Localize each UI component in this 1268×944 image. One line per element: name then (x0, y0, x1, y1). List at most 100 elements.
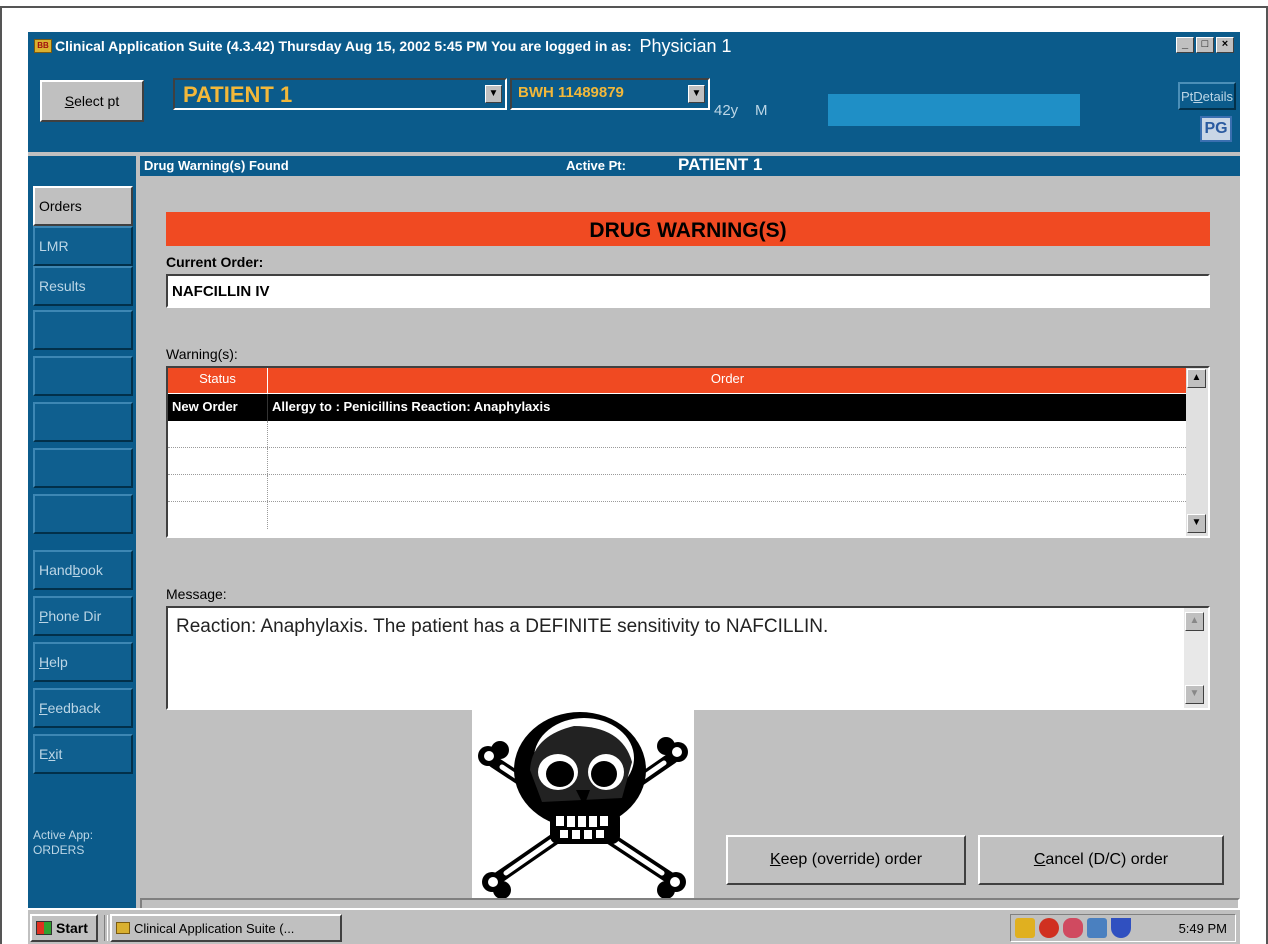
sync-icon[interactable] (1087, 918, 1107, 938)
patient-sex: M (755, 102, 768, 119)
table-scrollbar[interactable]: ▲ ▼ (1186, 368, 1208, 536)
row-order (268, 448, 1188, 474)
cancel-label: ancel (D/C) order (1045, 851, 1169, 868)
table-header: Status Order (168, 368, 1188, 394)
active-app-value: ORDERS (33, 843, 85, 857)
title-bar: BB Clinical Application Suite (4.3.42) T… (28, 32, 1240, 60)
system-tray: 5:49 PM (1010, 914, 1236, 942)
sidebar-item-lmr[interactable]: LMR (33, 226, 133, 266)
row-status (168, 421, 268, 447)
phone-dir-label: hone Dir (48, 608, 102, 624)
cancel-order-button[interactable]: Cancel (D/C) order (978, 835, 1224, 885)
scroll-down-icon[interactable]: ▼ (1185, 685, 1204, 704)
sidebar-item-empty-2[interactable] (33, 356, 133, 396)
patient-info-field (828, 94, 1080, 126)
sidebar-item-help[interactable]: Help (33, 642, 133, 682)
table-row[interactable] (168, 475, 1188, 502)
scroll-up-icon[interactable]: ▲ (1185, 612, 1204, 631)
table-row[interactable] (168, 448, 1188, 475)
chevron-down-icon[interactable]: ▼ (485, 85, 502, 103)
phone-dir-hotkey: P (39, 608, 49, 624)
pt-details-prefix: Pt (1180, 88, 1194, 104)
dialog-header: Drug Warning(s) Found Active Pt: PATIENT… (140, 155, 1240, 176)
sidebar-item-exit[interactable]: Exit (33, 734, 133, 774)
scroll-up-icon[interactable]: ▲ (1187, 369, 1206, 388)
clock: 5:49 PM (1178, 920, 1227, 936)
mrn-value: BWH 11489879 (518, 84, 624, 101)
taskbar-separator (104, 915, 108, 941)
scroll-down-icon[interactable]: ▼ (1187, 514, 1206, 533)
taskbar: Start Clinical Application Suite (... 5:… (28, 908, 1240, 944)
active-app-indicator: Active App: ORDERS (33, 828, 93, 858)
lock-icon[interactable] (1015, 918, 1035, 938)
message-scrollbar[interactable]: ▲ ▼ (1184, 608, 1208, 708)
keep-override-order-button[interactable]: Keep (override) order (726, 835, 966, 885)
dialog-title: Drug Warning(s) Found (144, 158, 289, 173)
row-order: Allergy to : Penicillins Reaction: Anaph… (272, 399, 551, 414)
drug-warning-panel: DRUG WARNING(S) Current Order: NAFCILLIN… (140, 176, 1240, 899)
taskbar-item-label: Clinical Application Suite (... (134, 920, 295, 936)
keep-label: eep (override) order (780, 851, 923, 868)
sidebar-item-empty-5[interactable] (33, 494, 133, 534)
message-box[interactable]: Reaction: Anaphylaxis. The patient has a… (166, 606, 1210, 710)
message-label: Message: (166, 586, 227, 602)
chevron-down-icon[interactable]: ▼ (688, 85, 705, 103)
sidebar: Orders LMR Results Handbook Phone Dir He… (28, 156, 136, 944)
windows-logo-icon (36, 921, 52, 935)
row-status (168, 502, 268, 529)
table-row[interactable]: New Order Allergy to : Penicillins React… (168, 394, 1188, 421)
exit-label-b: it (55, 746, 63, 762)
sidebar-item-feedback[interactable]: Feedback (33, 688, 133, 728)
close-button[interactable]: × (1216, 37, 1234, 53)
sidebar-item-handbook[interactable]: Handbook (33, 550, 133, 590)
sidebar-item-phone-dir[interactable]: Phone Dir (33, 596, 133, 636)
help-label: elp (49, 654, 68, 670)
patient-details-button[interactable]: Pt Details (1178, 82, 1236, 110)
row-order (268, 421, 1188, 447)
column-header-status[interactable]: Status (168, 368, 268, 394)
page-frame-top (0, 6, 1268, 8)
active-pt-name: PATIENT 1 (678, 155, 763, 174)
patient-name-dropdown[interactable]: PATIENT 1 ▼ (173, 78, 507, 110)
taskbar-item-clinical-suite[interactable]: Clinical Application Suite (... (110, 914, 342, 942)
sidebar-item-empty-3[interactable] (33, 402, 133, 442)
warnings-label: Warning(s): (166, 346, 238, 362)
logged-in-user: Physician 1 (639, 35, 732, 56)
patient-age: 42y (714, 102, 739, 119)
active-app-label: Active App: (33, 828, 94, 842)
skull-and-crossbones-graphic (478, 712, 688, 899)
start-label: Start (56, 920, 88, 936)
select-patient-button[interactable]: Select pt (40, 80, 144, 122)
row-order (268, 502, 1188, 529)
feedback-hotkey: F (39, 700, 48, 716)
exit-label-a: E (39, 746, 49, 762)
maximize-button[interactable]: □ (1196, 37, 1214, 53)
help-hotkey: H (39, 654, 50, 670)
sidebar-item-empty-4[interactable] (33, 448, 133, 488)
sidebar-item-empty-1[interactable] (33, 310, 133, 350)
network-icon[interactable] (1039, 918, 1059, 938)
row-status: New Order (168, 394, 268, 421)
mrn-dropdown[interactable]: BWH 11489879 ▼ (510, 78, 710, 110)
current-order-field[interactable]: NAFCILLIN IV (166, 274, 1210, 308)
sidebar-item-orders[interactable]: Orders (33, 186, 133, 226)
warnings-table: Status Order New Order Allergy to : Peni… (166, 366, 1210, 538)
handbook-label-a: Hand (39, 562, 73, 578)
select-pt-hotkey: S (64, 93, 75, 109)
app-window: BB Clinical Application Suite (4.3.42) T… (28, 32, 1240, 944)
shield-icon[interactable] (1111, 918, 1131, 938)
pt-details-label: etails (1202, 88, 1234, 104)
pg-badge[interactable]: PG (1200, 116, 1232, 142)
column-header-order[interactable]: Order (268, 368, 1188, 394)
start-button[interactable]: Start (30, 914, 98, 942)
row-order (268, 475, 1188, 501)
active-pt-label: Active Pt: (566, 158, 626, 173)
window-controls: _ □ × (1176, 37, 1234, 53)
link-icon[interactable] (1063, 918, 1083, 938)
cancel-hotkey: C (1033, 851, 1046, 868)
minimize-button[interactable]: _ (1176, 37, 1194, 53)
sidebar-item-results[interactable]: Results (33, 266, 133, 306)
table-row[interactable] (168, 502, 1188, 529)
table-row[interactable] (168, 421, 1188, 448)
handbook-label-b: ook (80, 562, 103, 578)
